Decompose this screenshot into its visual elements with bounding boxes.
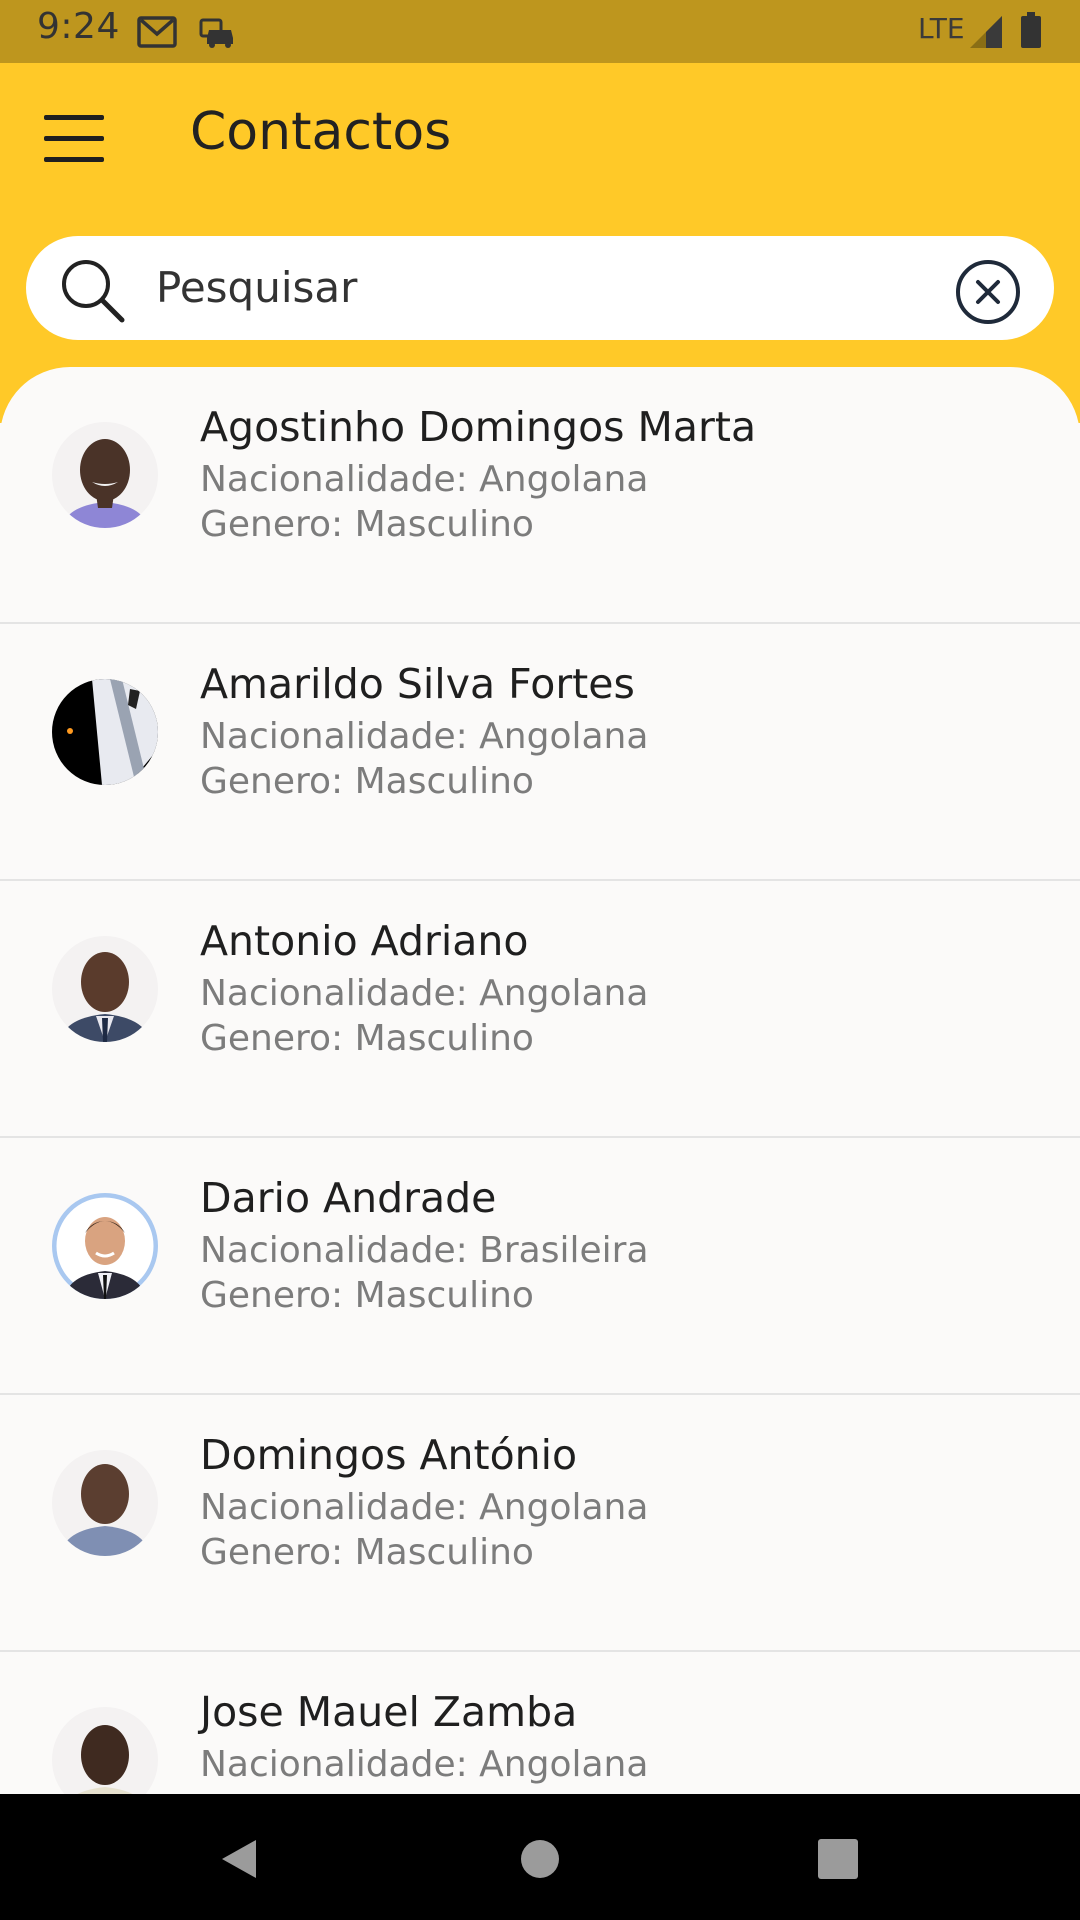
- system-navigation-bar: [0, 1794, 1080, 1920]
- gmail-icon: [137, 16, 177, 48]
- contact-gender: Genero: Masculino: [200, 1275, 534, 1316]
- contact-nationality: Nacionalidade: Angolana: [200, 716, 649, 757]
- contact-name: Dario Andrade: [200, 1174, 497, 1222]
- network-type-label: LTE: [918, 12, 965, 45]
- home-button[interactable]: [495, 1814, 585, 1904]
- avatar: [52, 1707, 158, 1797]
- contact-nationality: Nacionalidade: Brasileira: [200, 1230, 649, 1271]
- contact-item[interactable]: Amarildo Silva Fortes Nacionalidade: Ang…: [0, 624, 1080, 881]
- recents-icon: [818, 1839, 858, 1879]
- contact-gender: Genero: Masculino: [200, 504, 534, 545]
- avatar: [52, 1450, 158, 1556]
- search-input[interactable]: [150, 252, 922, 322]
- contact-name: Antonio Adriano: [200, 917, 529, 965]
- contact-item[interactable]: Dario Andrade Nacionalidade: Brasileira …: [0, 1138, 1080, 1395]
- signal-icon: [970, 16, 1002, 48]
- hamburger-menu-icon: [44, 115, 104, 162]
- back-icon: [222, 1840, 256, 1878]
- status-bar: 9:24 LTE: [0, 0, 1080, 63]
- contact-nationality: Nacionalidade: Angolana: [200, 1487, 649, 1528]
- contact-item[interactable]: Antonio Adriano Nacionalidade: Angolana …: [0, 881, 1080, 1138]
- page-title: Contactos: [190, 102, 452, 162]
- contact-name: Domingos António: [200, 1431, 578, 1479]
- back-button[interactable]: [194, 1814, 284, 1904]
- menu-button[interactable]: [30, 95, 118, 183]
- battery-icon: [1021, 12, 1041, 48]
- contact-list: Agostinho Domingos Marta Nacionalidade: …: [0, 367, 1080, 1797]
- avatar: [52, 1193, 158, 1299]
- contact-item[interactable]: Jose Mauel Zamba Nacionalidade: Angolana: [0, 1652, 1080, 1797]
- phone-screen: 9:24 LTE Contactos Pesquisar Agostinho D…: [0, 0, 1080, 1920]
- avatar: [52, 936, 158, 1042]
- contact-name: Jose Mauel Zamba: [200, 1688, 578, 1736]
- search-icon[interactable]: [58, 256, 128, 326]
- contact-item[interactable]: Domingos António Nacionalidade: Angolana…: [0, 1395, 1080, 1652]
- car-notification-icon: [199, 18, 233, 48]
- avatar: [52, 422, 158, 528]
- home-icon: [521, 1840, 559, 1878]
- status-time: 9:24: [37, 6, 120, 47]
- contact-nationality: Nacionalidade: Angolana: [200, 973, 649, 1014]
- recents-button[interactable]: [793, 1814, 883, 1904]
- contact-gender: Genero: Masculino: [200, 761, 534, 802]
- close-circle-icon: [956, 260, 1020, 324]
- avatar: [52, 679, 158, 785]
- contact-nationality: Nacionalidade: Angolana: [200, 459, 649, 500]
- contact-nationality: Nacionalidade: Angolana: [200, 1744, 649, 1785]
- clear-search-button[interactable]: [950, 254, 1026, 330]
- contact-gender: Genero: Masculino: [200, 1532, 534, 1573]
- contact-name: Agostinho Domingos Marta: [200, 403, 757, 451]
- contact-item[interactable]: Agostinho Domingos Marta Nacionalidade: …: [0, 367, 1080, 624]
- contact-name: Amarildo Silva Fortes: [200, 660, 635, 708]
- contact-gender: Genero: Masculino: [200, 1018, 534, 1059]
